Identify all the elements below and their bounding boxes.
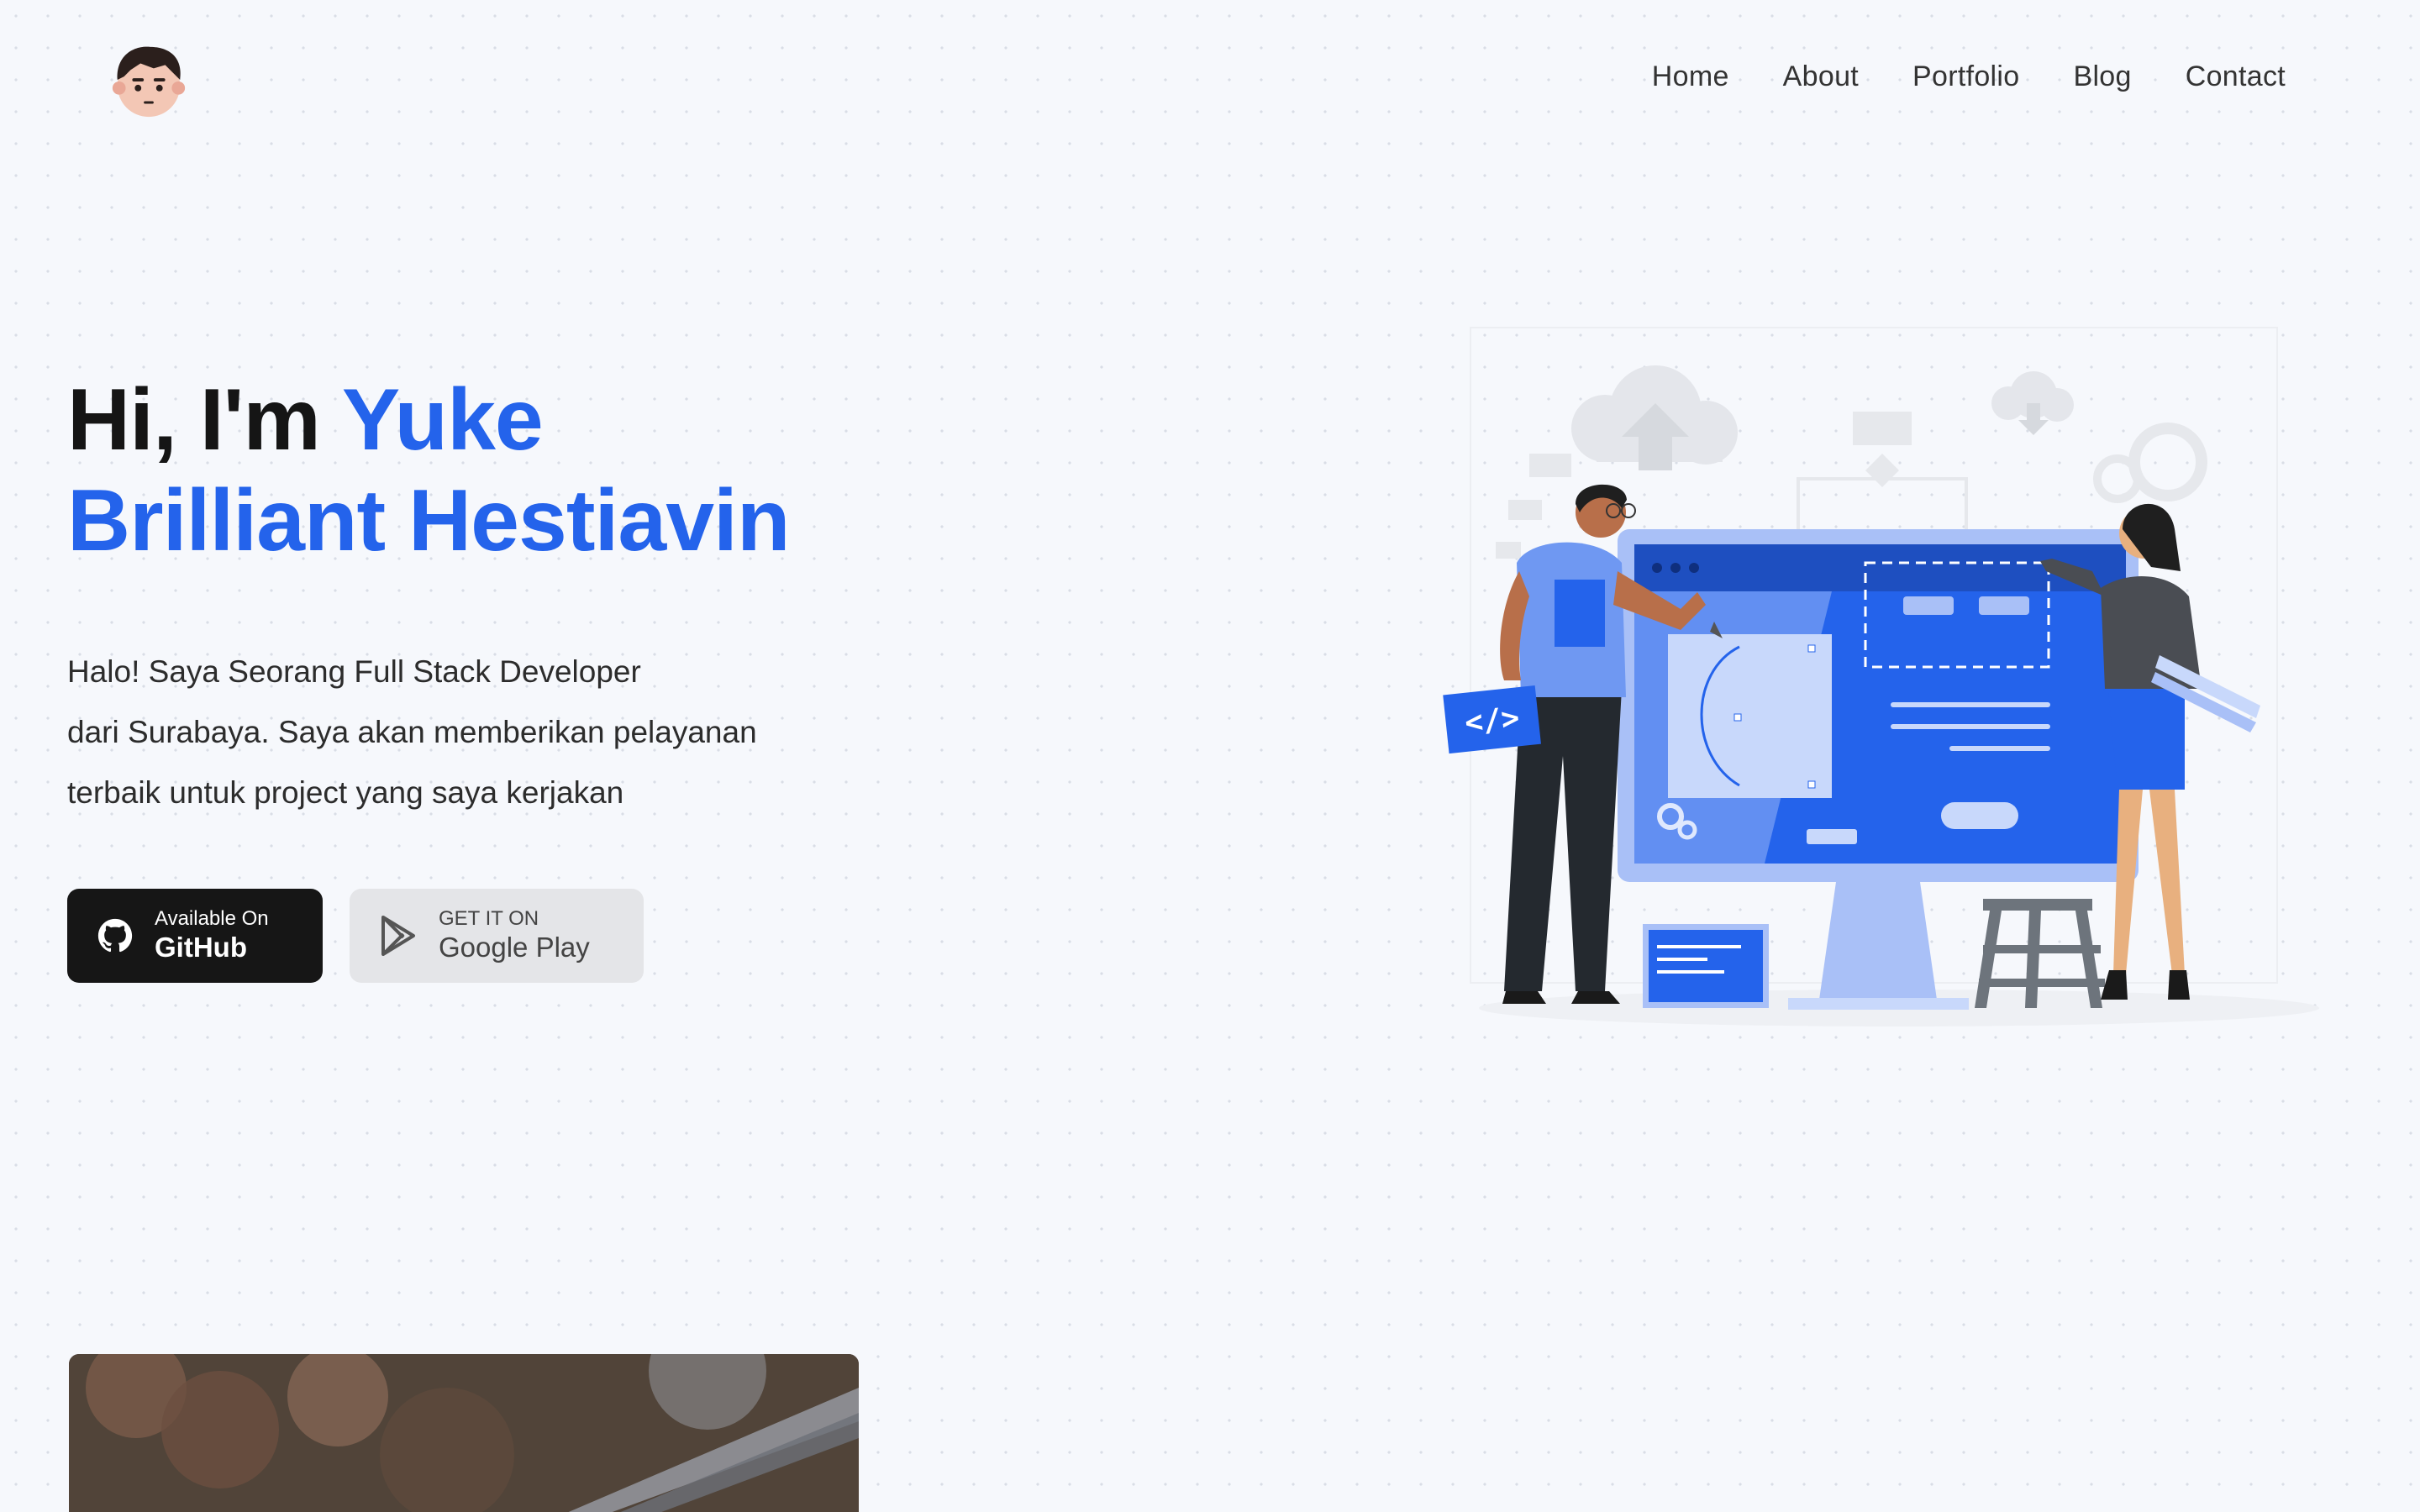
hero-illustration: </> (1443, 327, 2319, 1026)
nav-link-home[interactable]: Home (1652, 60, 1729, 92)
flowchart-box (1853, 412, 1912, 445)
nav-link-portfolio[interactable]: Portfolio (1912, 60, 2019, 92)
shirt-pocket (1555, 580, 1605, 647)
logo-avatar[interactable] (108, 40, 190, 123)
nav-link-blog[interactable]: Blog (2073, 60, 2131, 92)
google-play-button-texts: GET IT ON Google Play (439, 907, 590, 964)
featured-photo (69, 1354, 859, 1512)
hero-name-first: Yuke (341, 371, 544, 469)
nav-item-blog: Blog (2073, 60, 2131, 93)
screen-button (1941, 802, 2018, 829)
google-play-button-caption: GET IT ON (439, 907, 539, 930)
hero-description-line: Halo! Saya Seorang Full Stack Developer (67, 654, 641, 689)
nav-item-portfolio: Portfolio (1912, 60, 2019, 93)
design-panel (1668, 634, 1832, 798)
flowchart-box (1496, 542, 1521, 559)
flowchart-box (1529, 454, 1571, 477)
play-store-icon (381, 916, 415, 956)
hero-description-line: terbaik untuk project yang saya kerjakan (67, 775, 624, 810)
hero-title: Hi, I'm Yuke Brilliant Hestiavin (67, 370, 790, 571)
github-button-caption: Available On (155, 907, 269, 930)
nav-link-about[interactable]: About (1783, 60, 1859, 92)
hero-description: Halo! Saya Seorang Full Stack Developer … (67, 642, 874, 823)
nav-item-contact: Contact (2186, 60, 2286, 93)
github-icon (97, 918, 133, 953)
hero-greeting: Hi, I'm (67, 371, 321, 469)
flowchart-box (1508, 500, 1542, 520)
github-button[interactable]: Available On GitHub (67, 889, 323, 983)
hero-name-last: Brilliant Hestiavin (67, 472, 790, 570)
nav-item-home: Home (1652, 60, 1729, 93)
monitor-stand (1819, 882, 1937, 1000)
hero-description-line: dari Surabaya. Saya akan memberikan pela… (67, 715, 757, 749)
main-nav: Home About Portfolio Blog Contact (1652, 60, 2286, 93)
monitor-base (1788, 998, 1969, 1010)
google-play-button[interactable]: GET IT ON Google Play (350, 889, 644, 983)
gear-icon (2128, 423, 2207, 501)
flowchart-diamond (1865, 454, 1899, 487)
svg-text:</>: </> (1463, 701, 1521, 741)
gear-icon (2093, 454, 2142, 503)
github-button-texts: Available On GitHub (155, 907, 269, 964)
github-button-label: GitHub (155, 932, 247, 963)
code-card: </> (1443, 685, 1541, 754)
nav-item-about: About (1783, 60, 1859, 93)
nav-link-contact[interactable]: Contact (2186, 60, 2286, 92)
google-play-button-label: Google Play (439, 932, 590, 963)
photo-content (69, 1354, 859, 1512)
